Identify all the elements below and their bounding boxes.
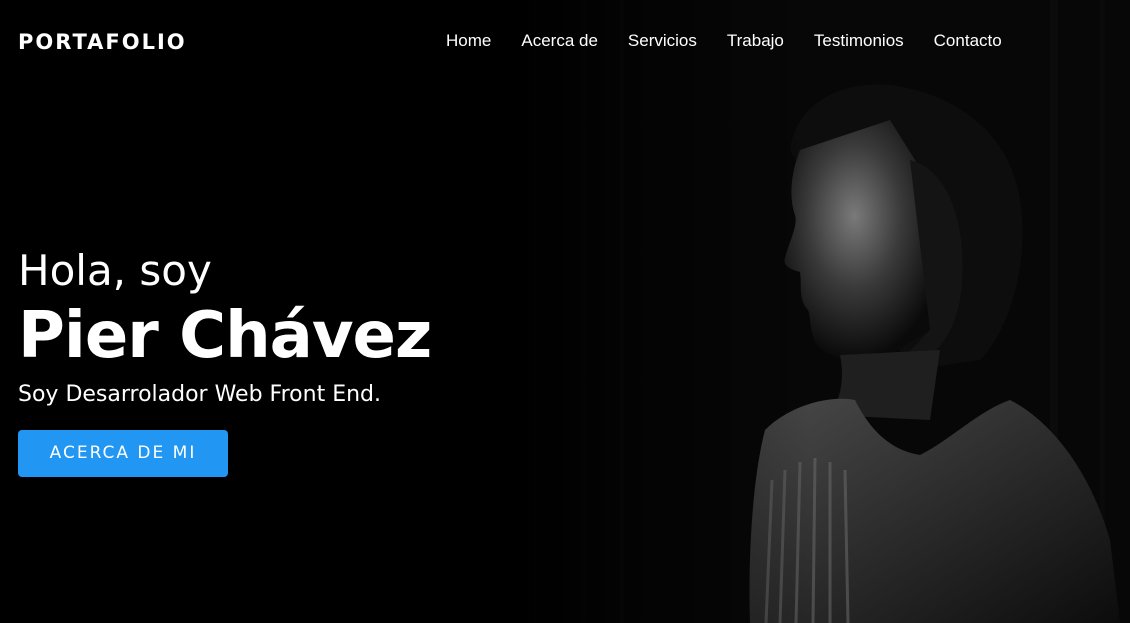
navbar: PORTAFOLIO Home Acerca de Servicios Trab… [0,0,1130,84]
site-logo[interactable]: PORTAFOLIO [18,28,187,56]
hero-greeting: Hola, soy [18,246,212,295]
hero-content: Hola, soy Pier Chávez Soy Desarrolador W… [18,244,432,477]
about-me-button[interactable]: ACERCA DE MI [18,430,228,477]
nav-link-home[interactable]: Home [446,30,491,52]
nav-link-contacto[interactable]: Contacto [934,30,1002,52]
hero-name: Pier Chávez [18,299,432,373]
hero-portrait-image [510,0,1130,623]
page: PORTAFOLIO Home Acerca de Servicios Trab… [0,0,1130,623]
nav-menu: Home Acerca de Servicios Trabajo Testimo… [446,30,1002,52]
hero-role: Soy Desarrolador Web Front End. [18,382,381,407]
nav-link-servicios[interactable]: Servicios [628,30,697,52]
nav-link-testimonios[interactable]: Testimonios [814,30,904,52]
nav-link-acerca-de[interactable]: Acerca de [521,30,598,52]
nav-link-trabajo[interactable]: Trabajo [727,30,784,52]
